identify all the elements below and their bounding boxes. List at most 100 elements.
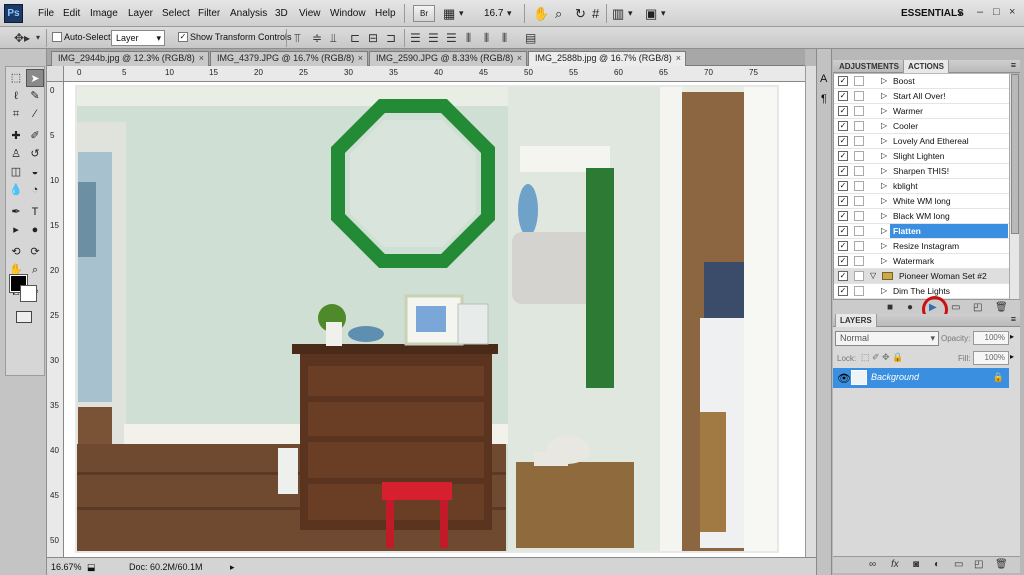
workspace-chevron-down-icon[interactable]: ▾	[958, 5, 963, 22]
healing-brush-icon[interactable]: ✚	[7, 127, 25, 145]
minimize-icon[interactable]: –	[977, 6, 983, 18]
shape-tool-icon[interactable]: ●	[26, 221, 44, 239]
action-toggle-checkbox[interactable]: ✓	[838, 106, 848, 116]
dialog-toggle[interactable]	[854, 196, 864, 206]
align-right-icon[interactable]: ⊐	[386, 30, 396, 46]
3d-rotate-icon[interactable]: ⟲	[7, 243, 25, 261]
menu-3d[interactable]: 3D	[275, 8, 288, 19]
distribute-bottom-icon[interactable]: ☰	[446, 30, 457, 46]
restore-icon[interactable]: □	[993, 6, 1000, 18]
action-toggle-checkbox[interactable]: ✓	[838, 241, 848, 251]
action-row[interactable]: ✓ ▷ kblight	[834, 179, 1009, 194]
screen-mode-icon[interactable]: ▣	[645, 5, 657, 22]
action-toggle-checkbox[interactable]: ✓	[838, 196, 848, 206]
menu-file[interactable]: File	[38, 8, 54, 19]
fill-input[interactable]: 100%	[973, 351, 1009, 365]
document-tab[interactable]: IMG_2590.JPG @ 8.33% (RGB/8) ×	[369, 51, 527, 66]
action-toggle-checkbox[interactable]: ✓	[838, 211, 848, 221]
tab-actions[interactable]: ACTIONS	[903, 60, 949, 73]
fill-arrow-icon[interactable]: ▸	[1010, 352, 1014, 361]
dialog-toggle[interactable]	[854, 226, 864, 236]
grid-icon[interactable]: #	[592, 5, 599, 22]
blend-mode-dropdown[interactable]: Normal ▾	[835, 331, 939, 346]
auto-align-layers-icon[interactable]: ▤	[525, 30, 536, 46]
vertical-ruler[interactable]: 0 5 10 15 20 25 30 35 40 45 50	[47, 82, 64, 557]
new-layer-icon[interactable]: ◰	[974, 558, 983, 571]
action-row[interactable]: ✓ ▷ White WM long	[834, 194, 1009, 209]
dialog-toggle[interactable]	[854, 106, 864, 116]
zoom-tool-icon[interactable]: ⌕	[26, 261, 44, 279]
status-zoom[interactable]: 16.67%	[51, 562, 82, 572]
action-toggle-checkbox[interactable]: ✓	[838, 166, 848, 176]
dialog-toggle[interactable]	[854, 241, 864, 251]
action-toggle-checkbox[interactable]: ✓	[838, 136, 848, 146]
crop-tool-icon[interactable]: ⌗	[7, 105, 25, 123]
screen-mode-chevron-down-icon[interactable]: ▾	[661, 5, 666, 22]
action-row[interactable]: ✓ ▷ Start All Over!	[834, 89, 1009, 104]
status-info-icon[interactable]: ⬓	[87, 562, 96, 573]
lasso-tool-icon[interactable]: ℓ	[7, 87, 25, 105]
expand-triangle-icon[interactable]: ▷	[881, 224, 887, 238]
dialog-toggle[interactable]	[854, 121, 864, 131]
action-toggle-checkbox[interactable]: ✓	[838, 271, 848, 281]
pen-tool-icon[interactable]: ✒	[7, 203, 25, 221]
3d-orbit-icon[interactable]: ⟳	[26, 243, 44, 261]
dialog-toggle[interactable]	[854, 181, 864, 191]
action-row[interactable]: ✓ ▷ Slight Lighten	[834, 149, 1009, 164]
document-tab[interactable]: IMG_2944b.jpg @ 12.3% (RGB/8) ×	[51, 51, 209, 66]
close-tab-icon[interactable]: ×	[676, 52, 681, 65]
distribute-vcenter-icon[interactable]: ☰	[428, 30, 439, 46]
eraser-tool-icon[interactable]: ◫	[7, 163, 25, 181]
dialog-toggle[interactable]	[854, 166, 864, 176]
panel-menu-icon[interactable]: ≡	[1011, 314, 1016, 324]
collapse-triangle-icon[interactable]: ▽	[870, 269, 876, 283]
dialog-toggle[interactable]	[854, 271, 864, 281]
close-tab-icon[interactable]: ×	[199, 52, 204, 65]
action-row[interactable]: ✓ ▷ Boost	[834, 74, 1009, 89]
type-tool-icon[interactable]: T	[26, 203, 44, 221]
expand-triangle-icon[interactable]: ▷	[881, 134, 887, 148]
paragraph-panel-icon[interactable]: ¶	[821, 93, 827, 105]
close-tab-icon[interactable]: ×	[517, 52, 522, 65]
paint-bucket-icon[interactable]: ◒	[26, 163, 44, 181]
brush-tool-icon[interactable]: ✐	[26, 127, 44, 145]
dialog-toggle[interactable]	[854, 256, 864, 266]
distribute-hcenter-icon[interactable]: ⫴	[484, 30, 489, 46]
distribute-left-icon[interactable]: ⫴	[466, 30, 471, 46]
action-row[interactable]: ✓ ▷ Watermark	[834, 254, 1009, 269]
action-toggle-checkbox[interactable]: ✓	[838, 256, 848, 266]
clone-stamp-icon[interactable]: ♙	[7, 145, 25, 163]
action-row[interactable]: ✓ ▷ Lovely And Ethereal	[834, 134, 1009, 149]
show-transform-checkbox[interactable]: ✓	[178, 32, 188, 42]
trash-icon[interactable]: 🗑	[995, 301, 1008, 314]
actions-scroll-thumb[interactable]	[1011, 74, 1019, 234]
lock-options-icon[interactable]: ⬚ ✐ ✥ 🔒	[861, 352, 903, 363]
layer-style-icon[interactable]: fx	[891, 558, 899, 571]
layer-row-selected[interactable]: 👁 Background 🔒	[833, 368, 1009, 388]
arrange-documents-icon[interactable]: ▥	[612, 5, 624, 22]
quick-mask-icon[interactable]	[16, 311, 32, 323]
preset-chevron-down-icon[interactable]: ▾	[36, 30, 40, 46]
opacity-arrow-icon[interactable]: ▸	[1010, 332, 1014, 341]
actions-scrollbar[interactable]	[1009, 74, 1019, 299]
expand-triangle-icon[interactable]: ▷	[881, 164, 887, 178]
action-toggle-checkbox[interactable]: ✓	[838, 181, 848, 191]
auto-select-checkbox[interactable]	[52, 32, 62, 42]
ruler-origin[interactable]	[47, 66, 64, 82]
expand-triangle-icon[interactable]: ▷	[881, 89, 887, 103]
history-brush-icon[interactable]: ↺	[26, 145, 44, 163]
rotate-view-icon[interactable]: ↻	[575, 5, 586, 22]
marquee-tool-icon[interactable]: ⬚	[7, 69, 25, 87]
expand-triangle-icon[interactable]: ▷	[881, 149, 887, 163]
eyedropper-icon[interactable]: ⁄	[26, 105, 44, 123]
expand-triangle-icon[interactable]: ▷	[881, 119, 887, 133]
menu-layer[interactable]: Layer	[128, 8, 153, 19]
stop-icon[interactable]: ■	[887, 301, 893, 314]
opacity-input[interactable]: 100%	[973, 331, 1009, 345]
action-row[interactable]: ✓ ▷ Dim The Lights	[834, 284, 1009, 299]
menu-image[interactable]: Image	[90, 8, 118, 19]
document-tab[interactable]: IMG_4379.JPG @ 16.7% (RGB/8) ×	[210, 51, 368, 66]
add-mask-icon[interactable]: ◙	[913, 558, 919, 571]
path-selection-icon[interactable]: ▸	[7, 221, 25, 239]
dialog-toggle[interactable]	[854, 136, 864, 146]
